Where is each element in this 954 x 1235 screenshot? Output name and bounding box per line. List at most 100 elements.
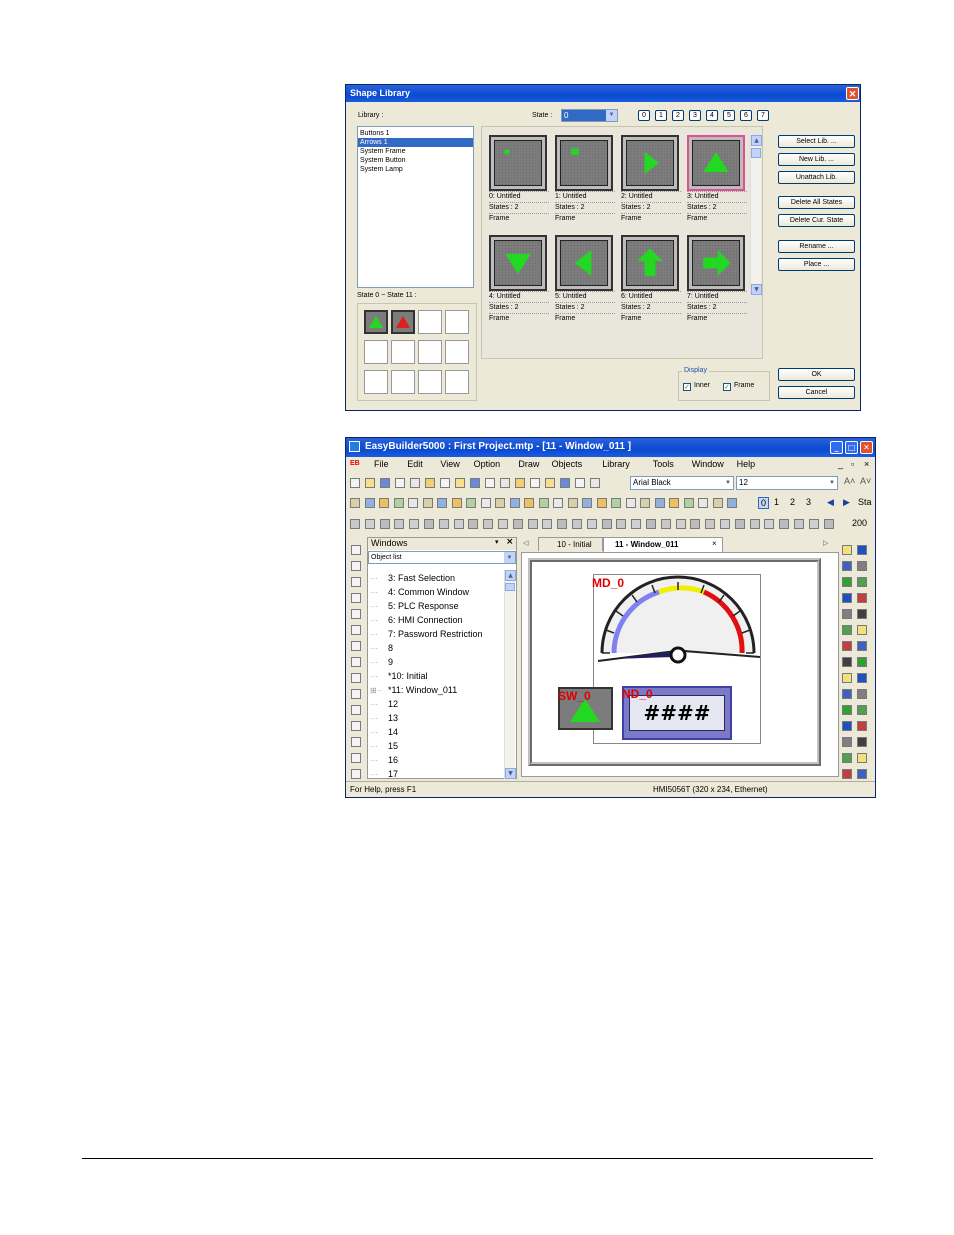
tree-item[interactable]: ··· 16 [370, 753, 504, 767]
toolbar-tool-icon[interactable] [779, 519, 790, 529]
toolbar-tool-icon[interactable] [582, 498, 592, 508]
library-list-item[interactable]: System Lamp [358, 165, 473, 174]
draw-tool-icon[interactable] [351, 641, 361, 651]
shape-preview[interactable] [489, 235, 547, 291]
object-tool-icon[interactable] [857, 577, 867, 587]
toolbar-tool-icon[interactable] [625, 498, 636, 508]
chevron-down-icon[interactable]: ▼ [829, 477, 835, 489]
tree-item[interactable]: ··· 6: HMI Connection [370, 613, 504, 627]
state-slot[interactable] [364, 310, 388, 334]
toolbar-tool-icon[interactable] [572, 519, 582, 529]
shape-tile[interactable]: 5: Untitled States : 2 Frame [555, 235, 615, 322]
toolbar-tool-icon[interactable] [640, 498, 650, 508]
library-action-button[interactable]: Rename ... [778, 240, 855, 253]
object-tool-icon[interactable] [857, 561, 867, 571]
tree-item[interactable]: ··· 12 [370, 697, 504, 711]
shape-preview[interactable] [489, 135, 547, 191]
object-tool-icon[interactable] [842, 737, 852, 747]
window-tree[interactable]: ··· 3: Fast Selection ··· 4: Common Window ·… [370, 571, 504, 779]
state-number-button[interactable]: 3 [806, 497, 811, 507]
object-tool-icon[interactable] [857, 689, 867, 699]
toolbar-tool-icon[interactable] [560, 478, 570, 488]
tree-item[interactable]: ··· 13 [370, 711, 504, 725]
object-tool-icon[interactable] [857, 625, 867, 635]
menu-item[interactable]: Window [692, 459, 724, 469]
toolbar-tool-icon[interactable] [438, 519, 449, 529]
maximize-icon[interactable]: □ [845, 441, 858, 454]
draw-tool-icon[interactable] [351, 753, 361, 763]
hmi-screen[interactable]: MD_0 SW_0 #### ND_0 [528, 558, 821, 766]
chevron-down-icon[interactable]: ▼ [606, 110, 617, 121]
state-slot[interactable] [445, 340, 469, 364]
state-slot[interactable] [418, 310, 442, 334]
font-grow-icon[interactable]: A˄ [844, 476, 855, 486]
object-tool-icon[interactable] [857, 545, 867, 555]
toolbar-tool-icon[interactable] [468, 519, 479, 529]
zoom-value[interactable]: 200 [852, 518, 867, 528]
state-slot[interactable] [364, 340, 388, 364]
state-slot[interactable] [418, 340, 442, 364]
toolbar-tool-icon[interactable] [557, 519, 568, 529]
tab-scroll-left-icon[interactable]: ◁ [523, 539, 528, 547]
gallery-scrollbar[interactable]: ▲ ▼ [750, 135, 762, 295]
toolbar-tool-icon[interactable] [453, 519, 464, 529]
shape-preview[interactable] [621, 135, 679, 191]
minimize-icon[interactable]: _ [830, 441, 843, 454]
toolbar-tool-icon[interactable] [466, 498, 476, 508]
shape-preview[interactable] [687, 135, 745, 191]
draw-tool-icon[interactable] [351, 625, 361, 635]
draw-tool-icon[interactable] [351, 657, 361, 667]
tree-item[interactable]: ··· *10: Initial [370, 669, 504, 683]
toolbar-tool-icon[interactable] [586, 519, 597, 529]
object-tool-icon[interactable] [842, 769, 852, 779]
toolbar-tool-icon[interactable] [437, 498, 447, 508]
tab-window-011[interactable]: 11 - Window_011 × [603, 537, 723, 552]
toolbar-tool-icon[interactable] [480, 498, 491, 508]
menu-item[interactable]: Draw [518, 459, 539, 469]
state-select[interactable]: 0 ▼ [561, 109, 618, 122]
toolbar-tool-icon[interactable] [794, 519, 804, 529]
library-action-button[interactable]: New Lib. ... [778, 153, 855, 166]
toolbar-tool-icon[interactable] [483, 519, 494, 529]
toolbar-tool-icon[interactable] [408, 498, 418, 508]
toolbar-tool-icon[interactable] [601, 519, 612, 529]
shape-tile[interactable]: 6: Untitled States : 2 Frame [621, 235, 681, 322]
state-slot[interactable] [391, 310, 415, 334]
object-tool-icon[interactable] [857, 657, 867, 667]
toolbar-tool-icon[interactable] [553, 498, 563, 508]
state-button[interactable]: 0 [638, 110, 650, 121]
state-slot[interactable] [364, 370, 388, 394]
draw-tool-icon[interactable] [351, 705, 361, 715]
toolbar-tool-icon[interactable] [542, 519, 553, 529]
close-icon[interactable]: ✕ [860, 441, 873, 454]
object-tool-icon[interactable] [857, 721, 867, 731]
toolbar-tool-icon[interactable] [527, 519, 538, 529]
shape-tile[interactable]: 4: Untitled States : 2 Frame [489, 235, 549, 322]
menu-item[interactable]: Edit [407, 459, 423, 469]
state-number-button[interactable]: 0 [758, 497, 770, 509]
toolbar-tool-icon[interactable] [409, 519, 420, 529]
object-tool-icon[interactable] [842, 545, 852, 555]
toolbar-tool-icon[interactable] [485, 478, 495, 488]
toolbar-tool-icon[interactable] [675, 519, 686, 529]
toolbar-tool-icon[interactable] [364, 498, 375, 508]
object-tool-icon[interactable] [842, 673, 852, 683]
object-tool-icon[interactable] [842, 657, 852, 667]
menu-item[interactable]: Tools [653, 459, 674, 469]
shape-tile[interactable]: 3: Untitled States : 2 Frame [687, 135, 747, 222]
cancel-button[interactable]: Cancel [778, 386, 855, 399]
state-button[interactable]: 2 [672, 110, 684, 121]
mdi-restore-icon[interactable]: ▫ [851, 459, 854, 469]
draw-tool-icon[interactable] [351, 561, 361, 571]
object-tool-icon[interactable] [842, 705, 852, 715]
toolbar-tool-icon[interactable] [669, 498, 679, 508]
object-tool-icon[interactable] [857, 769, 867, 779]
object-list-combo[interactable]: Object list ▼ [368, 551, 516, 564]
toolbar-tool-icon[interactable] [808, 519, 819, 529]
toolbar-tool-icon[interactable] [495, 498, 505, 508]
menu-item[interactable]: Library [602, 459, 630, 469]
object-tool-icon[interactable] [842, 721, 852, 731]
toolbar-tool-icon[interactable] [422, 498, 433, 508]
toolbar-tool-icon[interactable] [364, 519, 375, 529]
toolbar-tool-icon[interactable] [515, 478, 525, 488]
